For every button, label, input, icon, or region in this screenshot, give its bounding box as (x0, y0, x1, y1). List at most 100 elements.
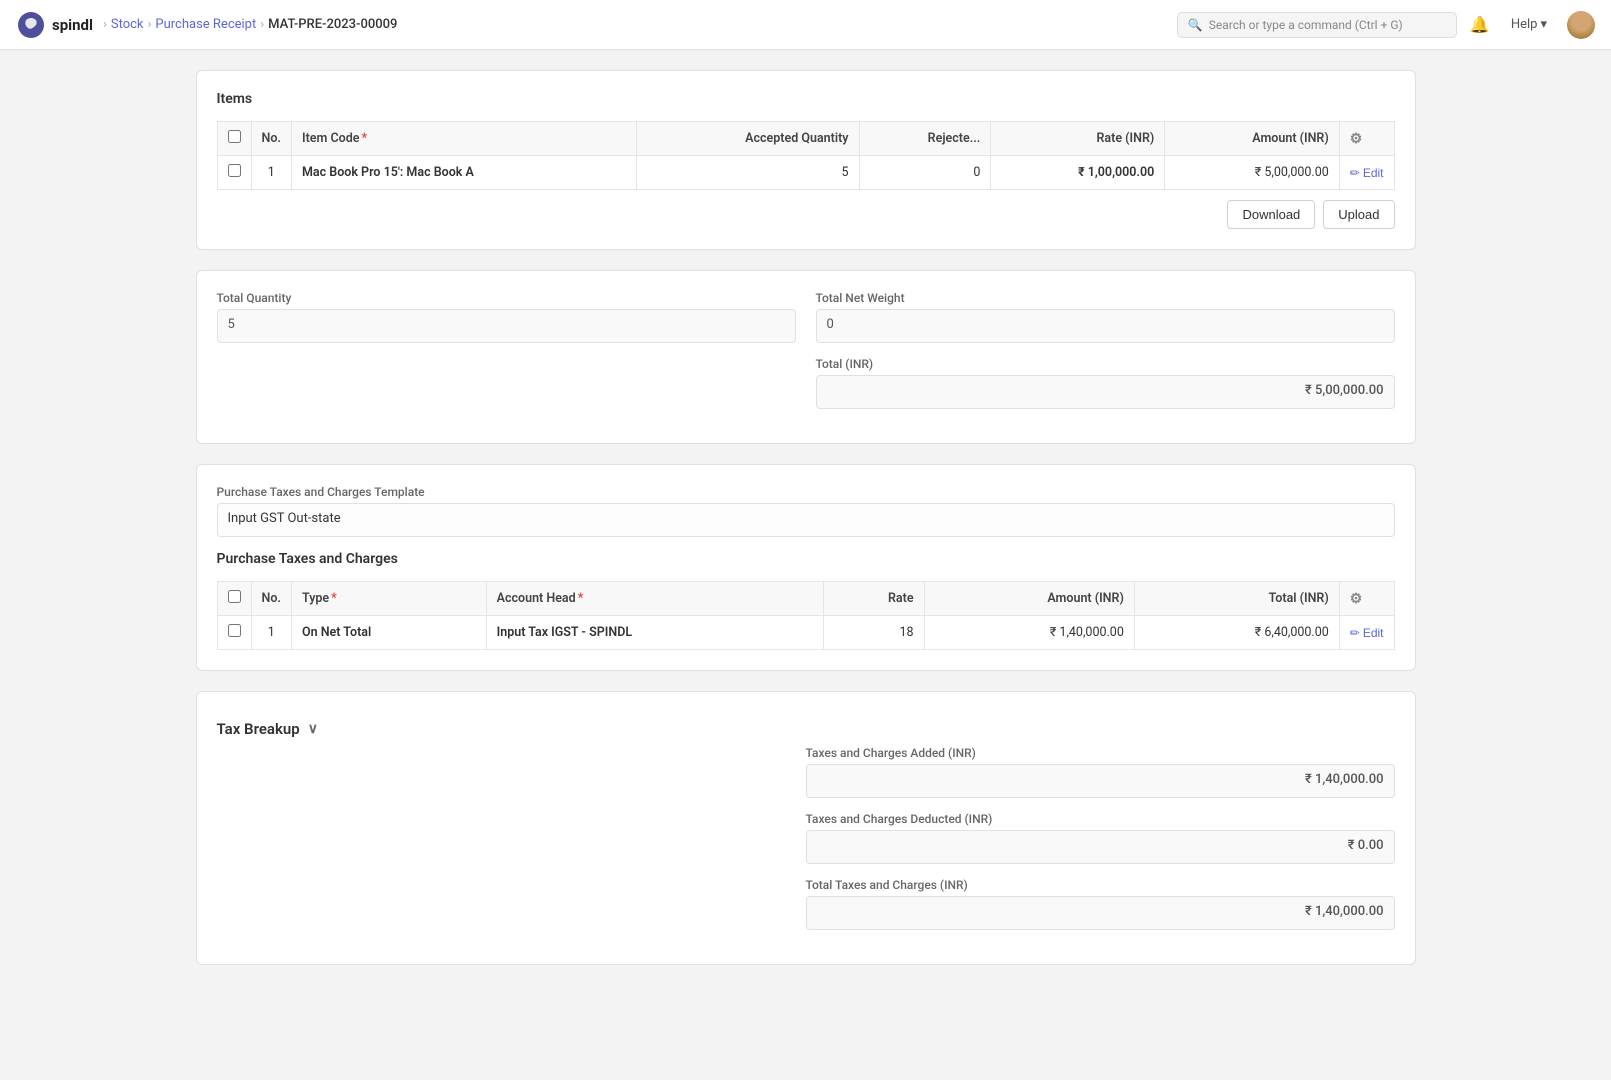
logo-area[interactable]: spindl (16, 10, 93, 40)
items-section-title: Items (217, 91, 1395, 107)
items-action-buttons: Download Upload (217, 200, 1395, 229)
type-required-star: * (331, 591, 337, 606)
purchase-taxes-template-value[interactable]: Input GST Out-state (217, 503, 1395, 537)
taxes-select-all-checkbox[interactable] (228, 590, 241, 603)
taxes-added-value: ₹ 1,40,000.00 (806, 764, 1395, 798)
taxes-th-account-head: Account Head* (486, 582, 823, 616)
search-bar[interactable]: 🔍 Search or type a command (Ctrl + G) (1177, 12, 1457, 38)
logo-icon (16, 10, 46, 40)
breadcrumb-sep-0: › (103, 17, 107, 32)
totals-section: Total Quantity 5 Total Net Weight 0 Tota… (196, 270, 1416, 444)
taxes-edit-label: Edit (1363, 626, 1384, 640)
taxes-th-settings: ⚙ (1339, 582, 1394, 616)
tax-breakup-content: Taxes and Charges Added (INR) ₹ 1,40,000… (217, 746, 1395, 944)
items-th-item-code: Item Code* (291, 122, 636, 156)
items-row-rejected-qty: 0 (859, 156, 991, 190)
items-th-checkbox (217, 122, 251, 156)
item-code-required-star: * (361, 131, 367, 146)
breadcrumb-purchase-receipt[interactable]: Purchase Receipt (155, 17, 256, 32)
notification-bell-icon[interactable]: 🔔 (1469, 14, 1491, 36)
items-row-checkbox[interactable] (228, 164, 241, 177)
edit-pencil-icon: ✏ (1350, 166, 1360, 180)
search-icon: 🔍 (1188, 18, 1203, 32)
main-content: Items No. Item Code* Accepted Quantity R… (156, 50, 1456, 1005)
taxes-deducted-field: Taxes and Charges Deducted (INR) ₹ 0.00 (806, 812, 1395, 864)
taxes-row-edit-cell: ✏ Edit (1339, 616, 1394, 650)
taxes-th-rate: Rate (824, 582, 924, 616)
total-quantity-field: Total Quantity 5 (217, 291, 796, 343)
account-head-required-star: * (578, 591, 584, 606)
taxes-th-amount: Amount (INR) (924, 582, 1134, 616)
taxes-deducted-value: ₹ 0.00 (806, 830, 1395, 864)
items-th-rejected-qty: Rejecte... (859, 122, 991, 156)
avatar[interactable] (1567, 11, 1595, 39)
items-th-amount: Amount (INR) (1165, 122, 1339, 156)
taxes-row-checkbox[interactable] (228, 624, 241, 637)
total-quantity-value: 5 (217, 309, 796, 343)
taxes-added-field: Taxes and Charges Added (INR) ₹ 1,40,000… (806, 746, 1395, 798)
purchase-taxes-template-field: Purchase Taxes and Charges Template Inpu… (217, 485, 1395, 537)
taxes-gear-icon[interactable]: ⚙ (1350, 591, 1363, 607)
breadcrumb-doc-id: MAT-PRE-2023-00009 (268, 17, 397, 32)
items-gear-icon[interactable]: ⚙ (1350, 131, 1363, 147)
items-table: No. Item Code* Accepted Quantity Rejecte… (217, 121, 1395, 190)
purchase-taxes-template-label: Purchase Taxes and Charges Template (217, 485, 1395, 499)
items-row-amount: ₹ 5,00,000.00 (1165, 156, 1339, 190)
taxes-th-no: No. (251, 582, 291, 616)
items-row-accepted-qty: 5 (637, 156, 860, 190)
purchase-taxes-charges-label: Purchase Taxes and Charges (217, 551, 1395, 567)
taxes-table-row: 1 On Net Total Input Tax IGST - SPINDL 1… (217, 616, 1394, 650)
items-table-row: 1 Mac Book Pro 15': Mac Book A 5 0 ₹ 1,0… (217, 156, 1394, 190)
items-section: Items No. Item Code* Accepted Quantity R… (196, 70, 1416, 250)
total-taxes-value: ₹ 1,40,000.00 (806, 896, 1395, 930)
purchase-taxes-table: No. Type* Account Head* Rate Amount (INR… (217, 581, 1395, 650)
taxes-row-checkbox-cell (217, 616, 251, 650)
total-inr-value: ₹ 5,00,000.00 (816, 375, 1395, 409)
total-quantity-label: Total Quantity (217, 291, 796, 305)
taxes-deducted-label: Taxes and Charges Deducted (INR) (806, 812, 1395, 826)
totals-col-left: Total Quantity 5 (217, 291, 796, 423)
items-row-no: 1 (251, 156, 291, 190)
download-button[interactable]: Download (1227, 200, 1315, 229)
avatar-image (1567, 11, 1595, 39)
tax-breakup-section: Tax Breakup ∨ Taxes and Charges Added (I… (196, 691, 1416, 965)
items-row-edit-button[interactable]: ✏ Edit (1350, 166, 1384, 180)
taxes-row-type: On Net Total (291, 616, 486, 650)
taxes-th-total: Total (INR) (1134, 582, 1339, 616)
taxes-th-checkbox (217, 582, 251, 616)
topbar: spindl › Stock › Purchase Receipt › MAT-… (0, 0, 1611, 50)
breadcrumb-sep-2: › (260, 17, 264, 32)
search-placeholder: Search or type a command (Ctrl + G) (1209, 18, 1403, 32)
total-inr-label: Total (INR) (816, 357, 1395, 371)
tax-breakup-title: Tax Breakup (217, 720, 300, 738)
taxes-row-amount: ₹ 1,40,000.00 (924, 616, 1134, 650)
tax-breakup-header[interactable]: Tax Breakup ∨ (217, 712, 1395, 746)
items-select-all-checkbox[interactable] (228, 130, 241, 143)
logo-text: spindl (52, 16, 93, 34)
help-label: Help (1511, 17, 1538, 32)
items-th-rate: Rate (INR) (991, 122, 1165, 156)
help-button[interactable]: Help ▾ (1503, 13, 1555, 36)
purchase-taxes-section: Purchase Taxes and Charges Template Inpu… (196, 464, 1416, 671)
items-th-accepted-qty: Accepted Quantity (637, 122, 860, 156)
upload-button[interactable]: Upload (1323, 200, 1394, 229)
items-row-rate: ₹ 1,00,000.00 (991, 156, 1165, 190)
items-row-checkbox-cell (217, 156, 251, 190)
total-net-weight-value: 0 (816, 309, 1395, 343)
taxes-th-type: Type* (291, 582, 486, 616)
total-inr-field: Total (INR) ₹ 5,00,000.00 (816, 357, 1395, 409)
total-net-weight-field: Total Net Weight 0 (816, 291, 1395, 343)
totals-two-col: Total Quantity 5 Total Net Weight 0 Tota… (217, 291, 1395, 423)
totals-col-right: Total Net Weight 0 Total (INR) ₹ 5,00,00… (816, 291, 1395, 423)
taxes-row-edit-button[interactable]: ✏ Edit (1350, 626, 1384, 640)
total-net-weight-label: Total Net Weight (816, 291, 1395, 305)
breadcrumb-stock[interactable]: Stock (111, 17, 144, 32)
taxes-row-total: ₹ 6,40,000.00 (1134, 616, 1339, 650)
items-row-item-code: Mac Book Pro 15': Mac Book A (291, 156, 636, 190)
tax-breakup-fields: Taxes and Charges Added (INR) ₹ 1,40,000… (806, 746, 1395, 944)
taxes-row-rate: 18 (824, 616, 924, 650)
total-taxes-field: Total Taxes and Charges (INR) ₹ 1,40,000… (806, 878, 1395, 930)
items-edit-label: Edit (1363, 166, 1384, 180)
breadcrumb: › Stock › Purchase Receipt › MAT-PRE-202… (103, 17, 397, 32)
taxes-added-label: Taxes and Charges Added (INR) (806, 746, 1395, 760)
